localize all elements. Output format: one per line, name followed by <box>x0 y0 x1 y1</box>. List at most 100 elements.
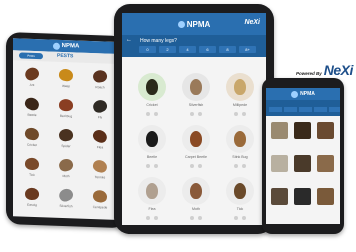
pest-card[interactable]: Termite <box>83 156 117 186</box>
pest-image <box>23 126 41 142</box>
action-dot-icon[interactable] <box>234 164 238 168</box>
pest-card[interactable]: Tick <box>15 153 49 183</box>
pest-card[interactable]: Fly <box>83 96 117 126</box>
pest-card[interactable]: Wasp <box>49 65 83 95</box>
pest-label: Millipede <box>232 103 248 107</box>
leg-option[interactable]: 8+ <box>239 46 256 53</box>
pest-card[interactable]: Moth <box>49 155 83 185</box>
pest-image <box>92 189 108 204</box>
pest-card[interactable]: Centipede <box>83 186 117 216</box>
pest-image <box>91 127 109 145</box>
pest-thumbnail <box>182 177 210 205</box>
action-dot-icon[interactable] <box>190 164 194 168</box>
pest-card[interactable]: Carpet Beetle <box>174 119 218 171</box>
filter-option[interactable] <box>284 107 297 112</box>
pest-image <box>57 157 75 173</box>
pest-card[interactable] <box>291 153 314 185</box>
pest-image <box>190 131 202 147</box>
action-dot-icon[interactable] <box>146 164 150 168</box>
arrow-left-icon[interactable]: ← <box>126 37 132 43</box>
center-tablet: NPMA NeXi ← How many legs? 0 2 4 6 8 8+ Crick… <box>114 4 274 234</box>
pest-card[interactable]: Beetle <box>130 119 174 171</box>
filter-option[interactable] <box>329 107 340 112</box>
nav-button[interactable]: Pests <box>19 52 43 60</box>
card-actions <box>174 216 218 220</box>
leg-option[interactable]: 0 <box>139 46 156 53</box>
nexi-logo: NeXi <box>244 19 260 26</box>
action-dot-icon[interactable] <box>198 112 202 116</box>
filter-option[interactable] <box>299 107 312 112</box>
pest-card[interactable]: Flea <box>130 171 174 223</box>
pest-card[interactable] <box>268 153 291 185</box>
pest-card[interactable]: Bed Bug <box>49 95 83 125</box>
filter-question: How many legs? <box>140 38 177 44</box>
pest-thumbnail <box>138 73 166 101</box>
pest-label: Beetle <box>27 112 37 118</box>
leg-option[interactable]: 6 <box>199 46 216 53</box>
pest-card[interactable] <box>314 186 337 218</box>
action-dot-icon[interactable] <box>190 112 194 116</box>
pest-card[interactable] <box>314 120 337 152</box>
pest-card[interactable]: Silverfish <box>174 67 218 119</box>
pest-image <box>91 68 109 84</box>
pest-card[interactable] <box>314 153 337 185</box>
pest-image <box>58 68 74 83</box>
pest-image <box>271 155 288 172</box>
action-dot-icon[interactable] <box>234 112 238 116</box>
center-tablet-screen: NPMA NeXi ← How many legs? 0 2 4 6 8 8+ Crick… <box>122 13 266 225</box>
pest-label: Stink Bug <box>232 155 248 159</box>
filter-panel <box>266 100 340 116</box>
pest-card[interactable]: Millipede <box>218 67 262 119</box>
leg-option[interactable]: 8 <box>219 46 236 53</box>
pest-card[interactable]: Roach <box>83 66 117 96</box>
pest-grid: Cricket Silverfish Millipede Beetle Carpet B… <box>130 67 262 223</box>
leg-option[interactable]: 2 <box>159 46 176 53</box>
pest-image <box>294 188 311 205</box>
pest-card[interactable]: Earwig <box>15 183 49 213</box>
action-dot-icon[interactable] <box>190 216 194 220</box>
pest-card[interactable]: Cricket <box>130 67 174 119</box>
pest-card[interactable]: Silverfish <box>49 185 83 215</box>
filter-option[interactable] <box>314 107 327 112</box>
card-actions <box>218 216 262 220</box>
action-dot-icon[interactable] <box>234 216 238 220</box>
card-actions <box>218 112 262 116</box>
action-dot-icon[interactable] <box>146 216 150 220</box>
pest-card[interactable] <box>268 186 291 218</box>
pest-card[interactable] <box>268 120 291 152</box>
pest-label: Flea <box>96 145 104 150</box>
leg-option[interactable]: 4 <box>179 46 196 53</box>
pest-thumbnail <box>182 125 210 153</box>
pest-card[interactable]: Beetle <box>15 93 49 123</box>
card-actions <box>130 112 174 116</box>
pest-card[interactable]: Spider <box>49 125 83 155</box>
action-dot-icon[interactable] <box>154 164 158 168</box>
pest-thumbnail <box>138 177 166 205</box>
pest-card[interactable]: Moth <box>174 171 218 223</box>
pest-card[interactable]: Tick <box>218 171 262 223</box>
pest-image <box>146 131 158 147</box>
pest-card[interactable]: Flea <box>83 126 117 156</box>
action-dot-icon[interactable] <box>242 112 246 116</box>
action-dot-icon[interactable] <box>198 164 202 168</box>
action-dot-icon[interactable] <box>154 216 158 220</box>
filter-options <box>269 107 340 112</box>
npma-logo-icon <box>52 42 60 50</box>
pest-label: Wasp <box>61 83 71 89</box>
pest-label: Beetle <box>146 155 158 159</box>
filter-option[interactable] <box>269 107 282 112</box>
pest-thumbnail <box>226 73 254 101</box>
action-dot-icon[interactable] <box>242 164 246 168</box>
pest-card[interactable]: Cricket <box>15 123 49 153</box>
action-dot-icon[interactable] <box>154 112 158 116</box>
pest-card[interactable] <box>291 186 314 218</box>
action-dot-icon[interactable] <box>146 112 150 116</box>
action-dot-icon[interactable] <box>242 216 246 220</box>
nexi-logo: NeXi <box>323 62 354 78</box>
pest-label: Ant <box>29 82 35 87</box>
pest-image <box>190 79 202 95</box>
pest-card[interactable] <box>291 120 314 152</box>
pest-card[interactable]: Ant <box>15 63 49 93</box>
action-dot-icon[interactable] <box>198 216 202 220</box>
pest-card[interactable]: Stink Bug <box>218 119 262 171</box>
